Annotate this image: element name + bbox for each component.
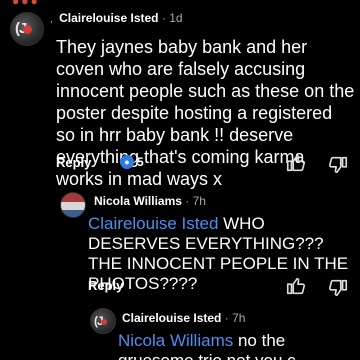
comment-author[interactable]: Clairelouise Isted <box>122 311 221 325</box>
comment-meta: , Clairelouise Isted · 1d <box>50 11 183 25</box>
comment-time: 7h <box>192 194 206 208</box>
mention-link[interactable]: Clairelouise Isted <box>88 214 218 233</box>
reaction-count: 5 <box>137 155 144 169</box>
thumbs-up-icon[interactable] <box>285 275 307 297</box>
avatar-flag-stripe <box>61 210 85 217</box>
comment-text: Nicola Williams no the gruesome trio not… <box>118 331 358 360</box>
avatar-heart <box>23 25 32 34</box>
avatar[interactable] <box>60 192 86 218</box>
thumbs-down-icon[interactable] <box>327 154 349 176</box>
avatar-heart <box>101 319 107 325</box>
reply-button[interactable]: Reply <box>88 278 123 293</box>
thumbs-down-icon[interactable] <box>327 277 349 299</box>
avatar-flag-stripe <box>61 202 85 210</box>
avatar[interactable]: (J <box>10 12 44 46</box>
comment-text: They jaynes baby bank and her coven who … <box>56 37 355 189</box>
thumbs-up-icon[interactable] <box>285 152 307 174</box>
avatar-flag-stripe <box>61 193 85 202</box>
top-clipped-row: ●●● <box>0 0 360 8</box>
reply-button[interactable]: Reply <box>56 155 91 170</box>
comment-time: 7h <box>232 311 246 325</box>
comment-time-separator: · <box>185 194 193 208</box>
comment-time-separator: · <box>224 311 233 325</box>
comment-text: Clairelouise Isted WHO DESERVES EVERYTHI… <box>88 214 358 294</box>
comment-time: 1d <box>169 11 183 25</box>
avatar[interactable]: (J <box>90 308 116 334</box>
meta-prefix: , <box>50 14 53 25</box>
reaction-icon[interactable]: ● <box>120 155 134 169</box>
comment-meta: Nicola Williams · 7h <box>94 194 206 208</box>
comment-author[interactable]: Nicola Williams <box>94 194 182 208</box>
comments-screen: ●●● (J , Clairelouise Isted · 1d They ja… <box>0 0 360 360</box>
comment-author[interactable]: Clairelouise Isted <box>59 11 158 25</box>
clipped-reaction-dots: ●●● <box>12 0 40 8</box>
mention-link[interactable]: Nicola Williams <box>118 331 233 350</box>
comment-meta: Clairelouise Isted · 7h <box>122 311 245 325</box>
